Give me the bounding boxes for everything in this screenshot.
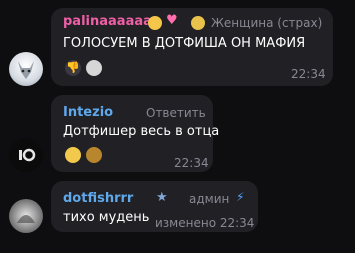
message-edited-time: изменено 22:34 [155, 216, 255, 230]
user-badge: Женщина (страх) [211, 16, 323, 30]
hearts-emoji-icon: ♥ [166, 13, 178, 28]
avatar-palinaaaaaa[interactable] [9, 52, 43, 86]
message-time: 22:34 [291, 67, 326, 81]
skull-art-reaction-icon[interactable] [86, 60, 102, 76]
face-emoji-icon [191, 16, 205, 30]
star-icon: ★ [156, 190, 168, 205]
message-text: Дотфишер весь в отца [63, 124, 220, 139]
grinning-reaction-icon[interactable] [65, 147, 81, 163]
sender-name[interactable]: palinaaaaaa [63, 14, 152, 29]
avatar-dotfishrrr[interactable] [9, 199, 43, 233]
sender-name[interactable]: dotfishrrr [63, 191, 133, 206]
photo-avatar-icon [17, 215, 35, 223]
cowboy-reaction-icon[interactable] [86, 147, 102, 163]
message-time: 22:34 [174, 156, 209, 170]
reply-button[interactable]: Ответить [146, 106, 206, 120]
wolf-avatar-icon [18, 61, 34, 79]
thumbs-down-reaction-icon[interactable]: 👎 [65, 60, 81, 76]
lightning-icon: ⚡ [236, 190, 245, 204]
message-text: ГОЛОСУЕМ В ДОТФИША ОН МАФИЯ [63, 36, 306, 51]
message-text: тихо мудень [63, 210, 150, 225]
avatar-intezio[interactable] [9, 138, 43, 172]
sender-name[interactable]: Intezio [63, 105, 113, 120]
role-badge: админ [189, 192, 230, 206]
smiling-angel-emoji-icon [148, 16, 162, 30]
logo-avatar-icon [19, 148, 36, 162]
